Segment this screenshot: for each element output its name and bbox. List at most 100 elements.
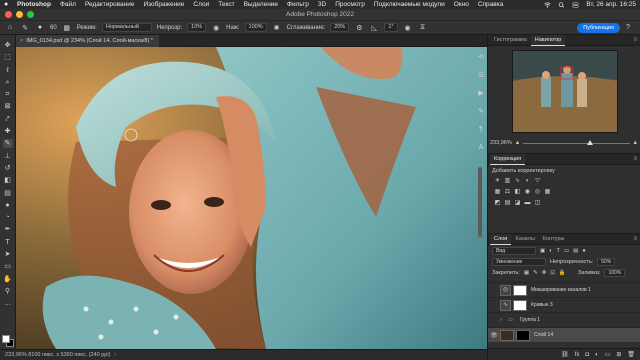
lock-pixels-icon[interactable]: ▦ — [524, 270, 529, 276]
menu-window[interactable]: Окно — [454, 1, 469, 8]
eyedropper-tool-icon[interactable]: ⤤ — [3, 115, 13, 124]
panel-menu-icon[interactable]: ≡ — [633, 35, 637, 46]
zoom-slider-knob[interactable] — [586, 139, 593, 145]
layer-mask-thumbnail[interactable] — [516, 329, 530, 341]
search-icon[interactable] — [558, 1, 565, 8]
menu-image[interactable]: Изображение — [143, 1, 184, 8]
layers-menu-icon[interactable]: ≡ — [633, 234, 637, 245]
adjustments-menu-icon[interactable]: ≡ — [633, 154, 637, 165]
layer-name[interactable]: Слой 14 — [534, 332, 553, 338]
actions-icon[interactable]: ▶ — [477, 89, 486, 98]
channel-mixer-icon[interactable]: ◎ — [534, 189, 541, 196]
group-expand-chevron-icon[interactable]: › — [500, 317, 508, 323]
menu-type[interactable]: Текст — [218, 1, 234, 8]
brush-size-value[interactable]: 60 — [50, 25, 57, 31]
filter-adjustment-icon[interactable]: ◐ — [549, 248, 552, 254]
new-layer-icon[interactable]: ⊞ — [616, 351, 621, 358]
selective-color-icon[interactable]: ◫ — [534, 200, 541, 207]
menu-3d[interactable]: 3D — [318, 1, 326, 8]
eraser-tool-icon[interactable]: ◧ — [3, 176, 13, 185]
opacity-pressure-icon[interactable]: ◉ — [211, 23, 221, 33]
gradient-map-icon[interactable]: ▬ — [524, 200, 531, 207]
black-white-icon[interactable]: ◧ — [514, 189, 521, 196]
vibrance-icon[interactable]: ▽ — [534, 178, 541, 185]
color-balance-icon[interactable]: ⚖ — [504, 189, 511, 196]
airbrush-icon[interactable]: ✺ — [272, 23, 282, 33]
menu-select[interactable]: Выделение — [244, 1, 278, 8]
edit-toolbar-icon[interactable]: … — [3, 299, 13, 308]
menu-plugins[interactable]: Подключаемые модули — [374, 1, 445, 8]
symmetry-icon[interactable]: ⧖ — [418, 23, 428, 33]
fill-field[interactable]: 100% — [604, 268, 626, 277]
lasso-tool-icon[interactable]: ℓ — [3, 66, 13, 75]
filter-toggle-icon[interactable]: ● — [582, 248, 585, 254]
close-window-button[interactable] — [5, 11, 12, 18]
layer-mask-thumbnail[interactable] — [513, 299, 527, 311]
curves-icon[interactable]: ∿ — [514, 178, 521, 185]
layer-style-icon[interactable]: fx — [575, 352, 580, 358]
smoothing-field[interactable]: 20% — [330, 23, 350, 32]
navigator-zoom-slider[interactable] — [523, 139, 630, 145]
foreground-color-swatch[interactable] — [2, 335, 10, 343]
pressure-field[interactable]: 100% — [244, 23, 267, 32]
filter-type-icon[interactable]: T — [557, 248, 560, 254]
tab-channels[interactable]: Каналы — [511, 234, 539, 245]
link-layers-icon[interactable]: ⛓ — [561, 351, 569, 358]
brush-tool-icon[interactable]: ✎ — [2, 139, 13, 149]
crop-tool-icon[interactable]: ⌗ — [3, 90, 13, 99]
filter-pixel-icon[interactable]: ▣ — [540, 248, 545, 254]
publish-button[interactable]: Публикация — [577, 23, 620, 33]
invert-icon[interactable]: ◩ — [494, 200, 501, 207]
posterize-icon[interactable]: ▤ — [504, 200, 511, 207]
history-icon[interactable]: ⟲ — [477, 53, 486, 62]
layer-row-curves[interactable]: ∿ Кривые 3 — [488, 297, 640, 312]
zoom-tool-icon[interactable]: ⚲ — [3, 287, 13, 296]
layer-name[interactable]: Группа 1 — [520, 317, 540, 323]
menu-layers[interactable]: Слои — [193, 1, 209, 8]
dodge-tool-icon[interactable]: ◔ — [3, 213, 13, 222]
exposure-icon[interactable]: ◐ — [524, 178, 531, 185]
paragraph-icon[interactable]: ¶ — [477, 125, 486, 134]
hand-tool-icon[interactable]: ✋ — [3, 275, 13, 284]
zoom-out-icon[interactable]: ▲ — [515, 140, 520, 146]
tab-navigator[interactable]: Навигатор — [530, 34, 566, 46]
layer-row-group[interactable]: › ▭ Группа 1 — [488, 312, 640, 327]
add-mask-icon[interactable]: ◘ — [585, 352, 589, 358]
hue-saturation-icon[interactable]: ▦ — [494, 189, 501, 196]
threshold-icon[interactable]: ◪ — [514, 200, 521, 207]
marquee-tool-icon[interactable]: ⬚ — [3, 53, 13, 62]
layer-name[interactable]: Микширование каналов 1 — [531, 287, 591, 293]
frame-tool-icon[interactable]: ⊠ — [3, 102, 13, 111]
opacity-field[interactable]: 10% — [187, 23, 207, 32]
photo-filter-icon[interactable]: ◉ — [524, 189, 531, 196]
layer-row-layer-14[interactable]: 👁 Слой 14 — [488, 327, 640, 342]
brush-settings-icon[interactable]: ▦ — [62, 23, 72, 33]
layer-mask-thumbnail[interactable] — [513, 284, 527, 296]
menu-app-name[interactable]: Photoshop — [17, 1, 51, 8]
smoothing-options-icon[interactable]: ⚙ — [354, 23, 364, 33]
zoom-in-icon[interactable]: ▲ — [633, 140, 638, 146]
layer-filter-dropdown[interactable]: Вид — [492, 246, 536, 255]
eye-icon[interactable]: 👁 — [488, 332, 500, 339]
brightness-contrast-icon[interactable]: ☀ — [494, 178, 501, 185]
tab-histogram[interactable]: Гистограмма — [490, 35, 531, 46]
menu-edit[interactable]: Редактирование — [85, 1, 135, 8]
brush-tool-preset-icon[interactable]: ✎ — [20, 23, 30, 33]
rectangle-tool-icon[interactable]: ▭ — [3, 262, 13, 271]
tab-layers[interactable]: Слои — [490, 233, 512, 245]
menubar-datetime[interactable]: Вт, 26 апр. 16:25 — [586, 1, 636, 8]
menu-filter[interactable]: Фильтр — [287, 1, 309, 8]
blur-tool-icon[interactable]: ● — [3, 201, 13, 210]
lock-move-icon[interactable]: ✥ — [542, 270, 547, 276]
angle-field[interactable]: 1° — [384, 23, 398, 32]
character-icon[interactable]: A — [477, 143, 486, 152]
new-adjustment-icon[interactable]: ◐ — [595, 352, 599, 358]
menu-file[interactable]: Файл — [60, 1, 76, 8]
pen-tool-icon[interactable]: ✒ — [3, 225, 13, 234]
angle-icon[interactable]: ◺ — [369, 23, 379, 33]
help-icon[interactable]: ? — [626, 24, 635, 33]
menu-help[interactable]: Справка — [478, 1, 504, 8]
history-brush-tool-icon[interactable]: ↺ — [3, 164, 13, 173]
healing-brush-tool-icon[interactable]: ✚ — [3, 127, 13, 136]
size-pressure-icon[interactable]: ◉ — [403, 23, 413, 33]
